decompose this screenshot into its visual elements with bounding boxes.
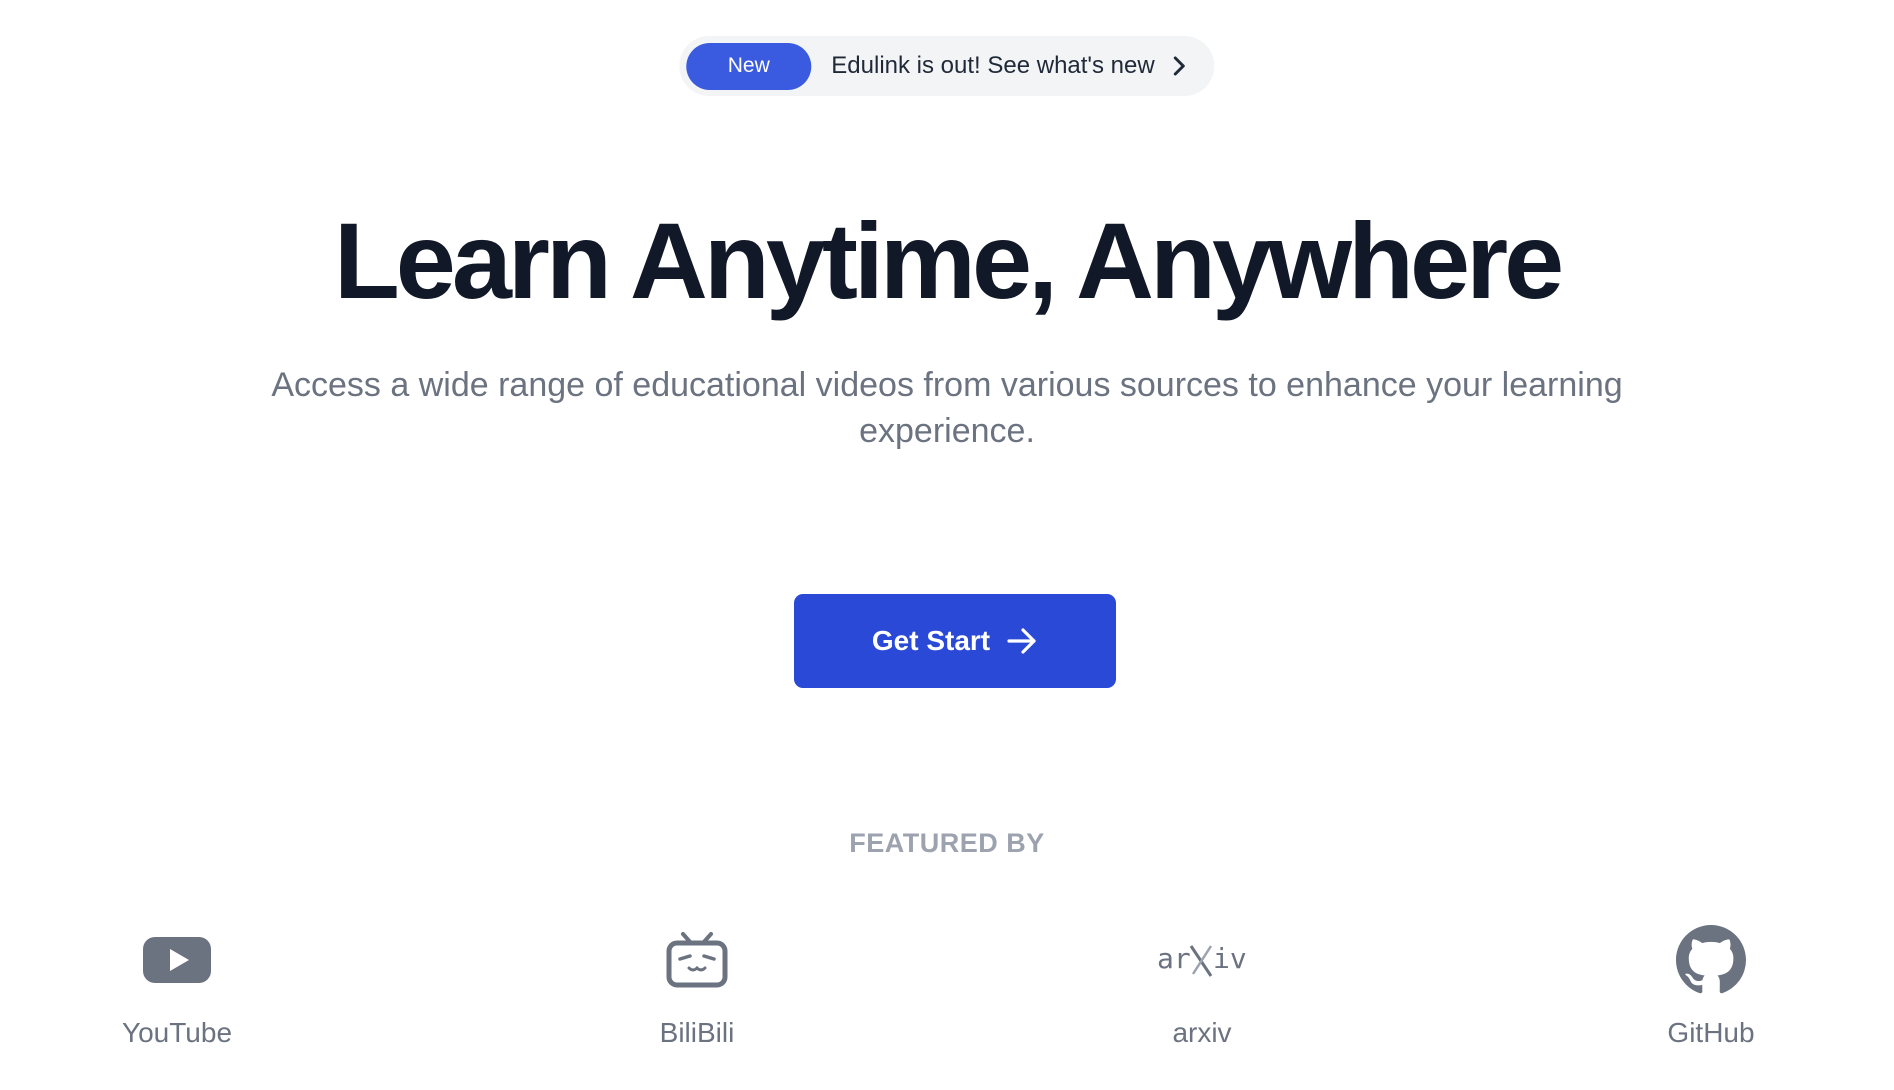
announcement-pill[interactable]: New Edulink is out! See what's new [679, 36, 1215, 96]
source-name: YouTube [121, 1017, 233, 1048]
announcement-message: Edulink is out! See what's new [831, 52, 1155, 79]
svg-text:iv: iv [1213, 942, 1247, 975]
hero-subtitle: Access a wide range of educational video… [271, 366, 1623, 450]
source-name: GitHub [1667, 1017, 1755, 1048]
source-github[interactable]: GitHub [1611, 925, 1811, 1049]
hero-title: Learn Anytime, Anywhere [333, 200, 1564, 321]
github-icon [1676, 925, 1746, 995]
landing-page: New Edulink is out! See what's new Learn… [0, 0, 1894, 1090]
chevron-right-icon [1173, 56, 1193, 76]
source-name: BiliBili [659, 1017, 735, 1048]
source-name: arxiv [1172, 1017, 1232, 1048]
bilibili-icon [665, 925, 729, 995]
source-arxiv[interactable]: ar iv arxiv [1102, 925, 1302, 1049]
svg-text:ar: ar [1157, 942, 1191, 975]
get-start-button[interactable]: Get Start [794, 594, 1116, 688]
youtube-icon [142, 925, 212, 995]
get-start-label: Get Start [871, 625, 991, 656]
new-badge: New [686, 42, 812, 90]
source-youtube[interactable]: YouTube [77, 925, 277, 1049]
featured-by-heading: FEATURED BY [849, 828, 1045, 858]
source-bilibili[interactable]: BiliBili [597, 925, 797, 1049]
arrow-right-icon [1006, 627, 1038, 655]
arxiv-logo: ar iv [1157, 925, 1247, 995]
